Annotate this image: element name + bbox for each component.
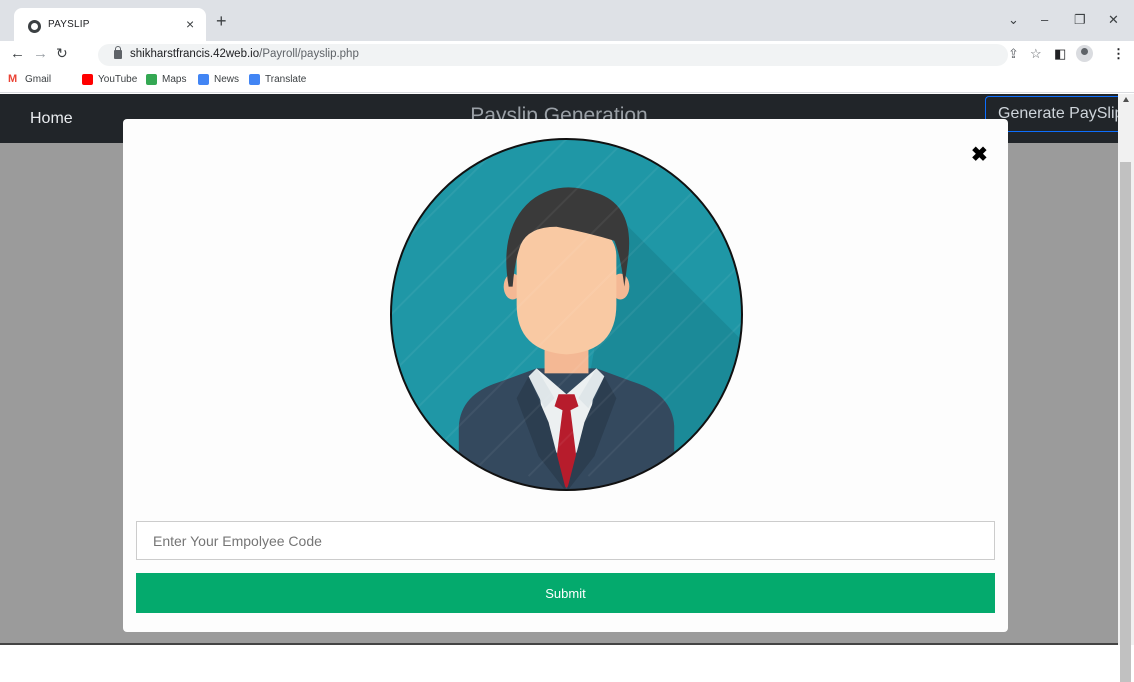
window-close-icon[interactable]: ✕ [1108, 12, 1119, 28]
url-text: shikharstfrancis.42web.io/Payroll/paysli… [130, 48, 359, 60]
share-icon[interactable]: ⇪ [1008, 46, 1019, 62]
maps-icon [146, 74, 157, 85]
bookmark-news[interactable]: News [198, 74, 239, 85]
bookmark-star-icon[interactable]: ☆ [1030, 46, 1042, 62]
side-panel-icon[interactable]: ◧ [1054, 46, 1066, 62]
lock-icon [114, 46, 122, 59]
submit-button[interactable]: Submit [136, 573, 995, 613]
reload-icon[interactable]: ↻ [56, 45, 68, 62]
browser-tab[interactable]: PAYSLIP × [14, 8, 206, 41]
bookmark-maps[interactable]: Maps [146, 74, 186, 85]
youtube-icon [82, 74, 93, 85]
forward-icon[interactable]: → [33, 45, 48, 62]
tab-close-icon[interactable]: × [186, 16, 194, 32]
nav-home-link[interactable]: Home [30, 110, 73, 128]
translate-icon [249, 74, 260, 85]
browser-tabstrip: PAYSLIP × + ⌄ – ❐ ✕ [0, 0, 1134, 41]
bookmark-gmail[interactable]: M Gmail [8, 73, 51, 86]
news-icon [198, 74, 209, 85]
tab-search-icon[interactable]: ⌄ [1008, 12, 1019, 28]
scroll-up-arrow-icon[interactable] [1123, 97, 1129, 102]
restore-icon[interactable]: ❐ [1074, 12, 1086, 28]
page-scrollbar[interactable] [1118, 94, 1134, 682]
bookmark-translate[interactable]: Translate [249, 74, 306, 85]
employee-avatar-icon [389, 137, 744, 492]
scroll-thumb[interactable] [1120, 162, 1131, 682]
gmail-icon: M [8, 73, 18, 85]
employee-code-modal: ✖ Enter Your Empolyee Code Submit [123, 119, 1008, 632]
bookmark-youtube[interactable]: YouTube [82, 74, 137, 85]
globe-icon [28, 20, 41, 33]
close-icon[interactable]: ✖ [971, 145, 988, 165]
tab-title: PAYSLIP [48, 19, 90, 30]
profile-avatar-icon[interactable] [1076, 45, 1093, 62]
minimize-icon[interactable]: – [1041, 12, 1048, 27]
bookmarks-bar: M Gmail YouTube Maps News Translate [0, 71, 1134, 93]
new-tab-button[interactable]: + [216, 12, 227, 30]
address-bar[interactable]: shikharstfrancis.42web.io/Payroll/paysli… [98, 44, 1008, 66]
employee-code-input[interactable] [136, 521, 995, 560]
menu-dots-icon[interactable]: ⋮ [1112, 46, 1125, 62]
back-icon[interactable]: ← [10, 45, 25, 62]
